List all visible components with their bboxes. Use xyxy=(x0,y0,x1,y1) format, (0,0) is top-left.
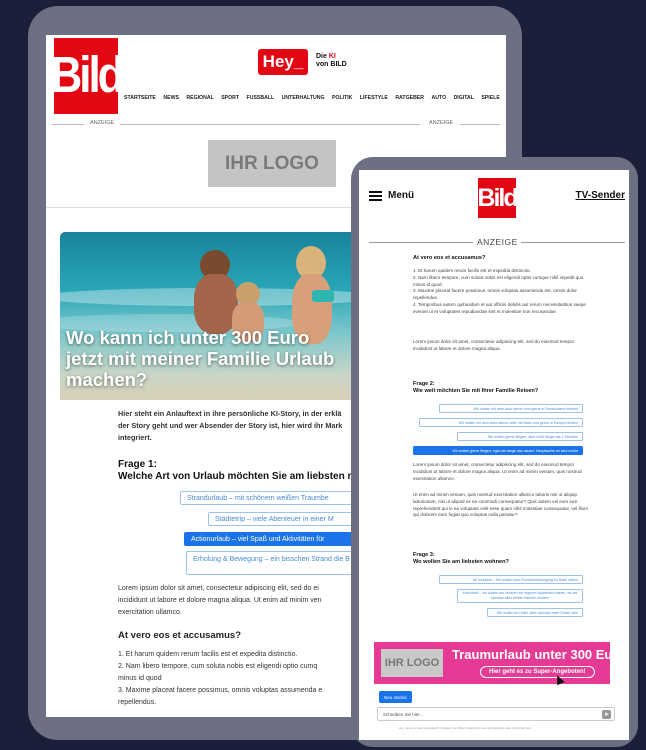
ad-banner[interactable]: IHR LOGO Traumurlaub unter 300 Euro Hier… xyxy=(374,642,625,684)
hero-image: Wo kann ich unter 300 Euro jetzt mit mei… xyxy=(60,232,360,400)
main-nav: STARTSEITE NEWS REGIONAL SPORT FUSSBALL … xyxy=(124,95,500,101)
q2-option-fliegen-egal[interactable]: Wir wollen gerne fliegen, egal wie lange… xyxy=(413,446,583,455)
ad-label-right: ANZEIGE xyxy=(429,120,454,126)
nav-auto[interactable]: AUTO xyxy=(432,95,447,101)
hey-tagline-die: Die xyxy=(316,53,327,60)
nav-unterhaltung[interactable]: UNTERHALTUNG xyxy=(282,95,325,101)
hero-swimsuit xyxy=(312,290,334,302)
list-item: minus id quod. xyxy=(413,281,443,287)
menu-label: Menü xyxy=(388,190,415,201)
question-2: Frage 2: Wie weit möchten Sie mit Ihrer … xyxy=(413,381,538,395)
list-item: 2. Nam libero tempore, cum soluta nobis … xyxy=(118,663,318,670)
chat-input[interactable]: Schreiben Sie hier... ➤ xyxy=(377,707,615,721)
nav-sport[interactable]: SPORT xyxy=(221,95,239,101)
lorem-line: exercitation ullamco. xyxy=(413,475,455,481)
tv-sender-link[interactable]: TV-Sender xyxy=(576,190,625,201)
bild-logo[interactable]: Bild xyxy=(50,38,125,114)
lorem-mobile-3: Ut enim ad minim veniam, quis nostrud ex… xyxy=(413,492,588,519)
hey-tagline-ki: KI xyxy=(328,53,336,60)
hey-logo[interactable]: Hey_ xyxy=(258,49,308,75)
lorem-line: Lorem ipsum dolor sit amet, consectetur … xyxy=(413,339,575,344)
chat-placeholder: Schreiben Sie hier... xyxy=(383,711,424,717)
vero-heading-mobile: At vero eos et accusamus? xyxy=(413,255,486,261)
phone-screen: Menü Bild TV-Sender ANZEIGE At vero eos … xyxy=(359,170,629,740)
banner-title: Traumurlaub unter 300 Euro xyxy=(452,647,626,662)
q2-option-fliegen-kurz[interactable]: Wir wollen gerne fliegen, aber nicht län… xyxy=(457,432,583,441)
nav-fussball[interactable]: FUSSBALL xyxy=(247,95,275,101)
nav-regional[interactable]: REGIONAL xyxy=(186,95,213,101)
ad-label-mobile: ANZEIGE xyxy=(477,237,518,247)
question-2-label: Frage 2: xyxy=(413,381,435,387)
question-2-text: Wie weit möchten Sie mit Ihrer Familie R… xyxy=(413,388,539,394)
hamburger-icon xyxy=(369,190,382,201)
new-stories-button[interactable]: Neu stories xyxy=(379,691,412,703)
lorem-mobile-1: Lorem ipsum dolor sit amet, consectetur … xyxy=(413,339,574,353)
lorem-line: laboriosam, nisi ut aliquid ex ea commod… xyxy=(413,498,578,504)
ad-divider-left-a xyxy=(52,124,84,125)
lorem-line: Ut enim ad minim veniam, quis nostrud ex… xyxy=(413,492,577,497)
q2-option-deutschland[interactable]: Wir wollen mit dem Auto fahren und gerne… xyxy=(439,404,583,413)
nav-ratgeber[interactable]: RATGEBER xyxy=(395,95,424,101)
ad-divider-mid xyxy=(120,124,420,125)
list-item: 4. Temporibus autem quibusdam et aut off… xyxy=(413,301,586,307)
menu-button[interactable]: Menü xyxy=(369,190,414,201)
ad-logo-placeholder[interactable]: IHR LOGO xyxy=(208,140,336,187)
list-item: 2. Nam libero tempore, cum soluta nobis … xyxy=(413,274,584,280)
list-item: 3. Maxime placeat facere possimus, omnis… xyxy=(413,288,577,294)
question-1-text: Welche Art von Urlaub möchten Sie am lie… xyxy=(118,471,362,482)
list-item: minus id quod xyxy=(118,675,162,682)
ad-label-left: ANZEIGE xyxy=(90,120,115,126)
list-item: eveniet ut et voluptates repudiandae sin… xyxy=(413,308,558,314)
hero-title: Wo kann ich unter 300 Euro jetzt mit mei… xyxy=(66,327,335,390)
q3-option-all-inclusive[interactable]: All Inclusive – Wir wollen eine Rundumve… xyxy=(439,575,583,584)
q3-option-individuell[interactable]: Individuell – wir wollen am liebsten ein… xyxy=(457,589,583,603)
vero-heading: At vero eos et accusamus? xyxy=(118,630,242,641)
lorem-line: incididunt ut labore et dolore magna ali… xyxy=(413,345,501,351)
nav-lifestyle[interactable]: LIFESTYLE xyxy=(360,95,388,101)
lorem-line: Lorem ipsum dolor sit amet, consectetur … xyxy=(413,462,575,467)
list-item: 1. Et harum quidem rerum facilis est et … xyxy=(413,268,531,273)
q2-option-europa[interactable]: Wir wollen mit dem Auto fahren oder mit … xyxy=(419,418,583,427)
nav-news[interactable]: NEWS xyxy=(163,95,179,101)
list-item: 1. Et harum quidem rerum facilis est et … xyxy=(118,651,298,658)
nav-politik[interactable]: POLITIK xyxy=(332,95,352,101)
numbered-list: 1. Et harum quidem rerum facilis est et … xyxy=(118,649,322,709)
question-3-label: Frage 3: xyxy=(413,552,435,558)
question-3-text: Wo wollen Sie am liebsten wohnen? xyxy=(413,559,509,565)
ad-divider-right xyxy=(460,124,500,125)
list-item: 3. Maxime placeat facere possimus, omnis… xyxy=(118,687,323,694)
lorem-line: qui dolorem eum fugiat quo voluptas null… xyxy=(413,512,518,518)
nav-startseite[interactable]: STARTSEITE xyxy=(124,95,156,101)
nav-digital[interactable]: DIGITAL xyxy=(454,95,474,101)
bild-logo-mobile[interactable]: Bild xyxy=(477,178,519,218)
q3-option-hotel[interactable]: Wir wollen im Hotel, aber spontan beim E… xyxy=(487,608,583,617)
list-item: repellendus. xyxy=(413,295,439,301)
banner-logo-placeholder: IHR LOGO xyxy=(381,649,443,677)
question-3: Frage 3: Wo wollen Sie am liebsten wohne… xyxy=(413,552,509,566)
ad-divider-left xyxy=(369,242,473,243)
lorem-line: incididunt ut labore et dolore magna ali… xyxy=(413,468,582,474)
question-1: Frage 1: Welche Art von Urlaub möchten S… xyxy=(118,459,362,483)
hey-tagline: Die KI von BILD xyxy=(316,53,347,69)
numbered-list-mobile: 1. Et harum quidem rerum facilis est et … xyxy=(413,268,586,316)
footer-disclaimer: Hey_ist ein experimentelles KI-Angebot v… xyxy=(399,726,532,730)
ad-divider-right-mobile xyxy=(521,242,625,243)
nav-spiele[interactable]: SPIELE xyxy=(481,95,499,101)
lorem-mobile-2: Lorem ipsum dolor sit amet, consectetur … xyxy=(413,462,582,482)
send-icon[interactable]: ➤ xyxy=(602,710,611,719)
hey-tagline-von: von BILD xyxy=(316,61,347,68)
lorem-line: reprehenderit qui in ea voluptate velit … xyxy=(413,505,588,511)
list-item: repellendus. xyxy=(118,699,157,706)
question-1-label: Frage 1: xyxy=(118,459,157,470)
banner-cta-button[interactable]: Hier geht es zu Super-Angeboten! xyxy=(480,666,595,678)
